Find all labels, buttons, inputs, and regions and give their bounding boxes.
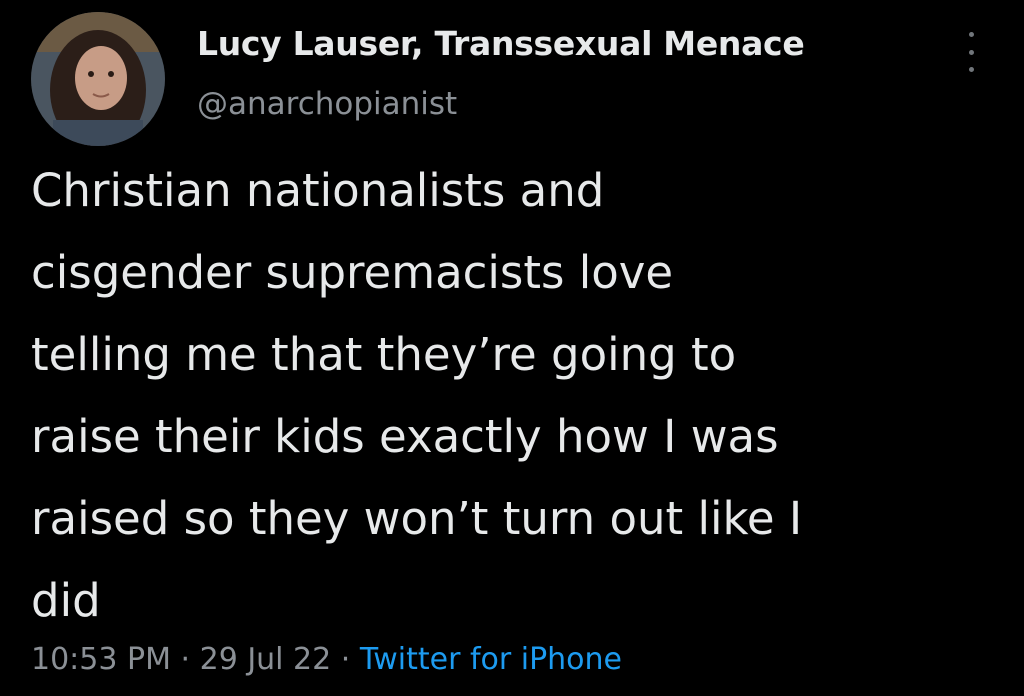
tweet-text-line: did [31, 574, 101, 627]
tweet-text-line: raise their kids exactly how I was [31, 410, 779, 463]
meta-separator: · [180, 642, 191, 677]
more-vertical-icon[interactable] [960, 32, 982, 72]
tweet-text-line: cisgender supremacists love [31, 246, 674, 299]
tweet-text: Christian nationalists and cisgender sup… [31, 150, 1001, 642]
avatar[interactable] [31, 12, 165, 146]
tweet-text-line: telling me that they’re going to [31, 328, 737, 381]
tweet-text-line: Christian nationalists and [31, 164, 605, 217]
more-dot [968, 49, 974, 55]
more-dot [968, 67, 974, 72]
more-dot [968, 32, 974, 37]
tweet-meta: 10:53 PM · 29 Jul 22 · Twitter for iPhon… [31, 642, 622, 677]
meta-separator: · [340, 642, 351, 677]
display-name[interactable]: Lucy Lauser, Transsexual Menace [197, 24, 805, 63]
tweet-date[interactable]: 29 Jul 22 [200, 642, 332, 677]
user-handle[interactable]: @anarchopianist [197, 86, 457, 122]
tweet-text-line: raised so they won’t turn out like I [31, 492, 803, 545]
tweet-source-link[interactable]: Twitter for iPhone [360, 642, 622, 677]
tweet-time[interactable]: 10:53 PM [31, 642, 171, 677]
